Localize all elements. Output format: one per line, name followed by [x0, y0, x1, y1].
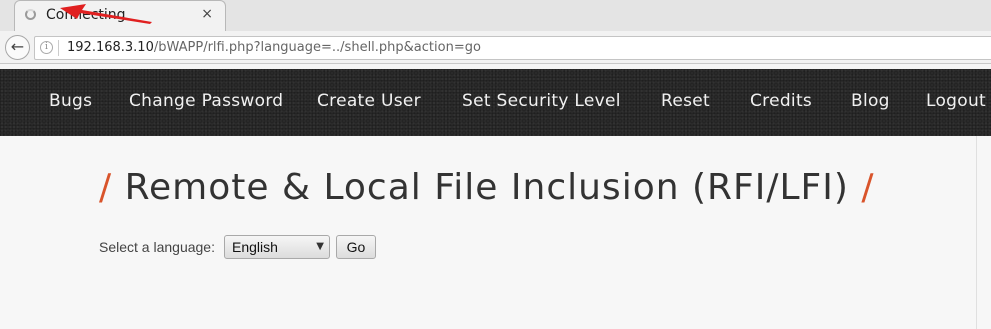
scrollbar[interactable] [976, 136, 991, 329]
nav-credits[interactable]: Credits [750, 91, 812, 111]
language-select-value: English [232, 239, 278, 255]
page-content [0, 136, 976, 329]
url-text[interactable]: 192.168.3.10/bWAPP/rlfi.php?language=../… [67, 40, 481, 55]
language-label: Select a language: [99, 239, 215, 255]
heading-slash-right: / [861, 167, 875, 208]
red-arrow-icon [60, 4, 152, 24]
tab-strip: Connecting × [0, 0, 991, 31]
url-path: /bWAPP/rlfi.php?language=../shell.php&ac… [153, 40, 481, 55]
nav-reset[interactable]: Reset [661, 91, 710, 111]
close-icon[interactable]: × [201, 6, 213, 22]
site-navbar: Bugs Change Password Create User Set Sec… [0, 69, 991, 136]
url-host: 192.168.3.10 [67, 40, 154, 55]
caret-down-icon: ▼ [316, 241, 324, 252]
language-select[interactable]: English ▼ [224, 235, 330, 259]
nav-logout[interactable]: Logout [926, 91, 986, 111]
info-icon[interactable]: i [40, 41, 53, 54]
nav-set-security-level[interactable]: Set Security Level [462, 91, 621, 111]
tab-strip-empty [226, 2, 991, 31]
heading-slash-left: / [99, 167, 113, 208]
url-separator [58, 40, 59, 56]
back-button[interactable]: ← [5, 35, 30, 60]
spinner-icon [25, 9, 36, 20]
page-title: / Remote & Local File Inclusion (RFI/LFI… [99, 167, 875, 208]
heading-text: Remote & Local File Inclusion (RFI/LFI) [124, 167, 849, 208]
nav-create-user[interactable]: Create User [317, 91, 421, 111]
nav-bugs[interactable]: Bugs [49, 91, 92, 111]
url-input[interactable]: i 192.168.3.10/bWAPP/rlfi.php?language=.… [34, 36, 991, 60]
go-button[interactable]: Go [336, 235, 376, 259]
address-bar: ← i 192.168.3.10/bWAPP/rlfi.php?language… [0, 31, 991, 64]
nav-blog[interactable]: Blog [851, 91, 890, 111]
nav-change-password[interactable]: Change Password [129, 91, 283, 111]
arrow-left-icon: ← [10, 37, 25, 56]
